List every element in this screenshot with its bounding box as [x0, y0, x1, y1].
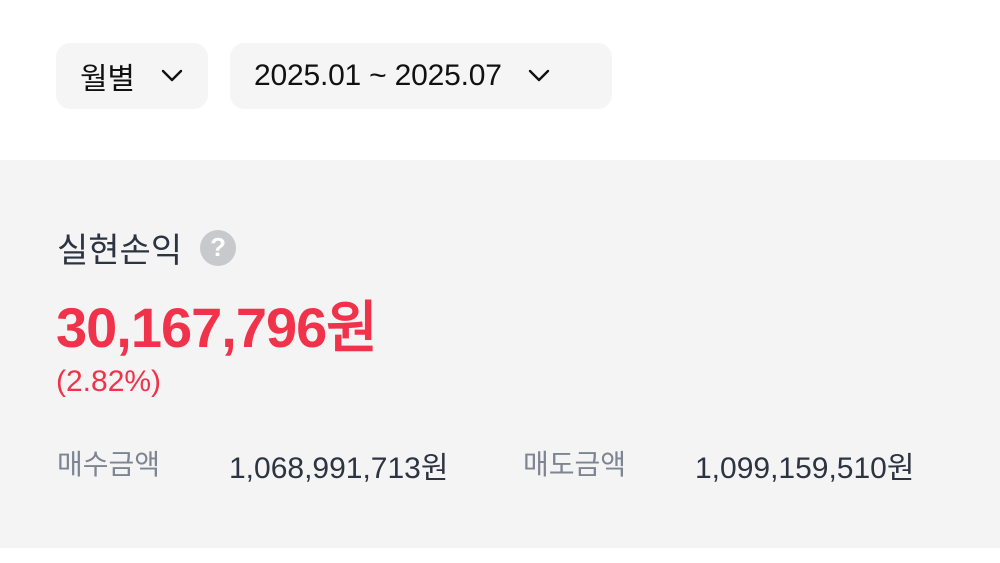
- buy-amount-label: 매수금액: [57, 449, 161, 480]
- sell-amount-value: 1,099,159,510원: [695, 452, 915, 485]
- date-range-select[interactable]: 2025.01 ~ 2025.07: [230, 43, 612, 109]
- sell-amount-label: 매도금액: [523, 449, 627, 480]
- realized-profit-amount: 30,167,796원: [56, 296, 378, 359]
- realized-profit-rate: (2.82%): [56, 365, 162, 398]
- date-range-label: 2025.01 ~ 2025.07: [254, 59, 502, 92]
- panel-title: 실현손익: [57, 232, 183, 270]
- realized-profit-panel: 실현손익 ? 30,167,796원 (2.82%) 매수금액 1,068,99…: [0, 160, 1000, 548]
- period-select[interactable]: 월별: [56, 43, 208, 109]
- question-circle-icon[interactable]: ?: [200, 229, 237, 266]
- panel-header: 실현손익 ?: [57, 223, 237, 272]
- chevron-down-icon: [161, 69, 183, 82]
- period-select-label: 월별: [80, 63, 135, 96]
- buy-amount-value: 1,068,991,713원: [229, 452, 449, 485]
- chevron-down-icon: [528, 69, 549, 82]
- filter-bar: 월별 2025.01 ~ 2025.07: [56, 43, 612, 109]
